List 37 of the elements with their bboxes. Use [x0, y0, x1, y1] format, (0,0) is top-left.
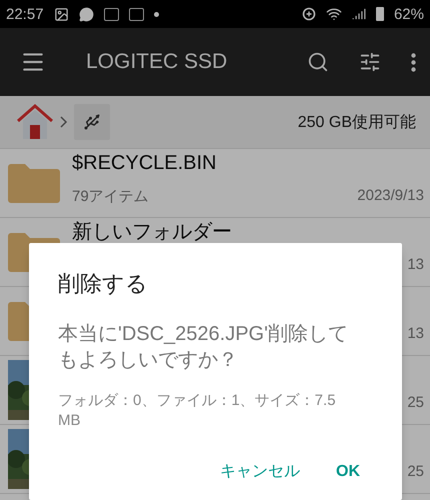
usb-icon — [83, 113, 101, 131]
image-icon — [54, 6, 69, 22]
more-button[interactable] — [411, 52, 416, 72]
file-name: 新しいフォルダー — [72, 221, 232, 243]
home-icon[interactable] — [16, 103, 54, 141]
app-title: LOGITEC SSD — [86, 50, 228, 74]
sliders-icon — [359, 51, 381, 73]
free-space: 250 GB使用可能 — [298, 112, 416, 132]
battery-icon — [376, 7, 384, 21]
ok-button[interactable]: OK — [336, 457, 360, 486]
file-info: 79アイテム — [72, 187, 149, 206]
card-icon — [128, 8, 144, 20]
search-button[interactable] — [307, 51, 329, 73]
dialog-details: フォルダ：0、ファイル：1、サイズ：7.5 MB — [58, 391, 337, 431]
file-date: 25 — [407, 394, 424, 411]
battery-percent: 62% — [394, 6, 424, 22]
usb-drive-icon[interactable] — [74, 104, 110, 140]
chat-icon — [78, 6, 94, 22]
filter-button[interactable] — [359, 51, 381, 73]
wifi-icon — [326, 6, 342, 22]
chevron-icon — [60, 116, 68, 128]
signal-icon — [352, 7, 366, 21]
more-icon — [411, 52, 416, 72]
status-time: 22:57 — [6, 6, 44, 22]
cancel-button[interactable]: キャンセル — [220, 457, 300, 486]
card-icon — [104, 8, 119, 20]
file-date: 2023/9/13 — [357, 187, 424, 206]
file-date: 13 — [407, 325, 424, 342]
file-date: 25 — [407, 463, 424, 480]
search-icon — [307, 51, 329, 73]
file-date: 13 — [407, 256, 424, 273]
data-saver-icon — [302, 7, 316, 21]
file-name: $RECYCLE.BIN — [72, 152, 216, 174]
dialog-title: 削除する — [58, 270, 149, 298]
folder-icon — [8, 163, 60, 203]
dialog-message: 本当に'DSC_2526.JPG'削除してもよろしいですか？ — [58, 322, 349, 373]
dot-icon — [154, 12, 159, 16]
